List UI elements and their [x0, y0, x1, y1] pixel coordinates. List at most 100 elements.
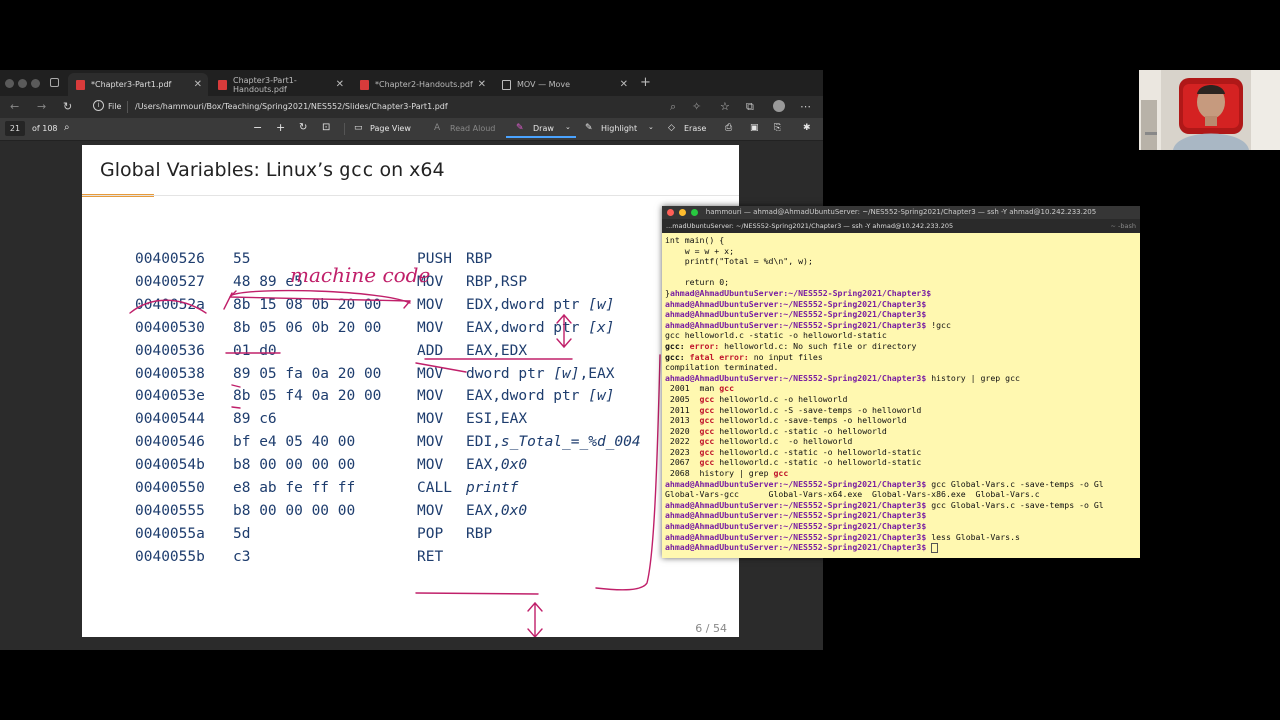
window-minimize-dot[interactable]	[18, 79, 27, 88]
shell-prompt: ahmad@AhmadUbuntuServer:~/NES552-Spring2…	[665, 521, 927, 532]
profile-avatar[interactable]	[773, 100, 785, 112]
window-maximize-dot[interactable]	[31, 79, 40, 88]
history-number: 2013	[665, 415, 690, 426]
page-view-button[interactable]: Page View	[370, 124, 411, 133]
terminal-text: helloworld.c -static -o helloworld-stati…	[714, 457, 922, 468]
close-icon[interactable]: ✕	[194, 79, 202, 90]
terminal-line: ahmad@AhmadUbuntuServer:~/NES552-Spring2…	[665, 500, 1139, 511]
zoom-out-icon[interactable]: −	[253, 121, 262, 134]
terminal-line: }ahmad@AhmadUbuntuServer:~/NES552-Spring…	[665, 288, 1139, 299]
terminal-text: int main() {	[665, 235, 725, 245]
pdf-icon	[360, 79, 369, 90]
tab-mov-move[interactable]: MOV — Move ✕	[494, 73, 634, 96]
terminal-window[interactable]: hammouri — ahmad@AhmadUbuntuServer: ~/NE…	[662, 206, 1140, 558]
chevron-down-icon[interactable]: ⌄	[648, 123, 654, 131]
zoom-icon[interactable]: ⌕	[670, 100, 676, 114]
new-tab-icon[interactable]: +	[640, 75, 651, 90]
slide-page-number: 6 / 54	[695, 622, 727, 635]
error-label: error:	[689, 340, 720, 351]
fit-page-icon[interactable]: ⊡	[322, 122, 330, 133]
draw-button[interactable]: ✎ Draw ⌄	[506, 120, 576, 138]
tab-chapter3-handouts[interactable]: Chapter3-Part1-Handouts.pdf ✕	[210, 73, 350, 96]
terminal-close-dot[interactable]	[667, 209, 674, 216]
zoom-in-icon[interactable]: +	[276, 121, 285, 134]
terminal-text: printf("Total = %d\n", w);	[665, 256, 813, 267]
refresh-icon[interactable]: ↻	[63, 100, 72, 113]
window-close-dot[interactable]	[5, 79, 14, 88]
tab-actions-icon[interactable]	[50, 78, 59, 87]
save-icon[interactable]: ▣	[750, 123, 759, 133]
grep-match: gcc	[699, 425, 715, 436]
tab-chapter2-handouts[interactable]: *Chapter2-Handouts.pdf ✕	[352, 73, 492, 96]
divider	[344, 123, 345, 135]
terminal-tab-bar[interactable]: ...madUbuntuServer: ~/NES552-Spring2021/…	[662, 219, 1140, 233]
grep-match: gcc	[719, 383, 735, 394]
terminal-line: ahmad@AhmadUbuntuServer:~/NES552-Spring2…	[665, 532, 1139, 543]
pdf-icon	[76, 79, 85, 90]
terminal-line: ahmad@AhmadUbuntuServer:~/NES552-Spring2…	[665, 521, 1139, 532]
terminal-command: less Global-Vars.s	[926, 531, 1020, 542]
terminal-minimize-dot[interactable]	[679, 209, 686, 216]
terminal-line: ahmad@AhmadUbuntuServer:~/NES552-Spring2…	[665, 320, 1139, 331]
terminal-line: printf("Total = %d\n", w);	[665, 256, 1139, 267]
ink-bracket-right	[595, 354, 661, 591]
info-icon[interactable]: i	[93, 100, 104, 111]
tab-chapter3-part1[interactable]: *Chapter3-Part1.pdf ✕	[68, 73, 208, 96]
terminal-line: 2068 history | grep gcc	[665, 468, 1139, 479]
terminal-text: helloworld.c -S -save-temps -o helloworl…	[714, 404, 922, 415]
read-aloud-button[interactable]: Read Aloud	[450, 124, 495, 133]
terminal-text: helloworld.c -static -o helloworld	[714, 425, 887, 436]
terminal-text: helloworld.c -o helloworld	[714, 393, 848, 404]
webcam-feed	[1139, 70, 1280, 150]
ink-updown-arrow-top	[556, 313, 572, 349]
history-number: 2005	[665, 393, 690, 404]
close-icon[interactable]: ✕	[620, 79, 628, 90]
highlight-button[interactable]: Highlight	[601, 124, 637, 133]
history-number: 2068	[665, 468, 690, 479]
collections-icon[interactable]: ⧉	[746, 100, 754, 114]
terminal-tab-label: ...madUbuntuServer: ~/NES552-Spring2021/…	[666, 222, 954, 230]
terminal-line: 2023 gcc helloworld.c -static -o hellowo…	[665, 447, 1139, 458]
pin-icon[interactable]: ✱	[803, 123, 811, 133]
print-icon[interactable]: ⎙	[725, 123, 732, 133]
terminal-line: 2011 gcc helloworld.c -S -save-temps -o …	[665, 405, 1139, 416]
search-icon[interactable]: ⌕	[64, 122, 70, 133]
close-icon[interactable]: ✕	[336, 79, 344, 90]
terminal-line: 2020 gcc helloworld.c -static -o hellowo…	[665, 426, 1139, 437]
terminal-command: gcc Global-Vars.c -save-temps -o Gl	[926, 499, 1104, 510]
pdf-toolbar: 21 of 108 ⌕ − + ↻ ⊡ ▭ Page View A Read A…	[0, 118, 823, 141]
close-icon[interactable]: ✕	[478, 79, 486, 90]
page-icon	[502, 79, 511, 90]
divider	[127, 101, 128, 113]
terminal-line: ahmad@AhmadUbuntuServer:~/NES552-Spring2…	[665, 299, 1139, 310]
more-icon[interactable]: ⋯	[800, 100, 811, 113]
highlight-icon: ✎	[585, 123, 593, 133]
tab-bar: *Chapter3-Part1.pdf ✕ Chapter3-Part1-Han…	[0, 70, 823, 96]
error-tag: gcc:	[665, 351, 685, 362]
ink-curve	[129, 299, 207, 314]
terminal-zoom-dot[interactable]	[691, 209, 698, 216]
back-icon[interactable]: ←	[10, 100, 19, 113]
save-as-icon[interactable]: ⎘	[774, 123, 781, 133]
terminal-cursor[interactable]	[931, 542, 939, 553]
history-number: 2020	[665, 425, 690, 436]
shell-prompt: ahmad@AhmadUbuntuServer:~/NES552-Spring2…	[665, 510, 927, 521]
url-field[interactable]: /Users/hammouri/Box/Teaching/Spring2021/…	[135, 99, 735, 115]
chevron-down-icon[interactable]: ⌄	[565, 123, 571, 131]
shell-prompt: ahmad@AhmadUbuntuServer:~/NES552-Spring2…	[665, 309, 927, 320]
pen-icon: ✎	[516, 123, 524, 133]
page-number-input[interactable]: 21	[5, 121, 25, 136]
terminal-line: 2001 man gcc	[665, 383, 1139, 394]
forward-icon[interactable]: →	[37, 100, 46, 113]
erase-button[interactable]: Erase	[684, 124, 706, 133]
shell-prompt: ahmad@AhmadUbuntuServer:~/NES552-Spring2…	[665, 542, 927, 553]
rotate-icon[interactable]: ↻	[299, 122, 307, 133]
shell-prompt: ahmad@AhmadUbuntuServer:~/NES552-Spring2…	[665, 319, 927, 330]
shell-prompt: ahmad@AhmadUbuntuServer:~/NES552-Spring2…	[665, 499, 927, 510]
favorite-icon[interactable]: ☆	[720, 100, 730, 113]
read-mode-icon[interactable]: ✧	[692, 100, 701, 113]
terminal-text: man	[689, 383, 720, 394]
